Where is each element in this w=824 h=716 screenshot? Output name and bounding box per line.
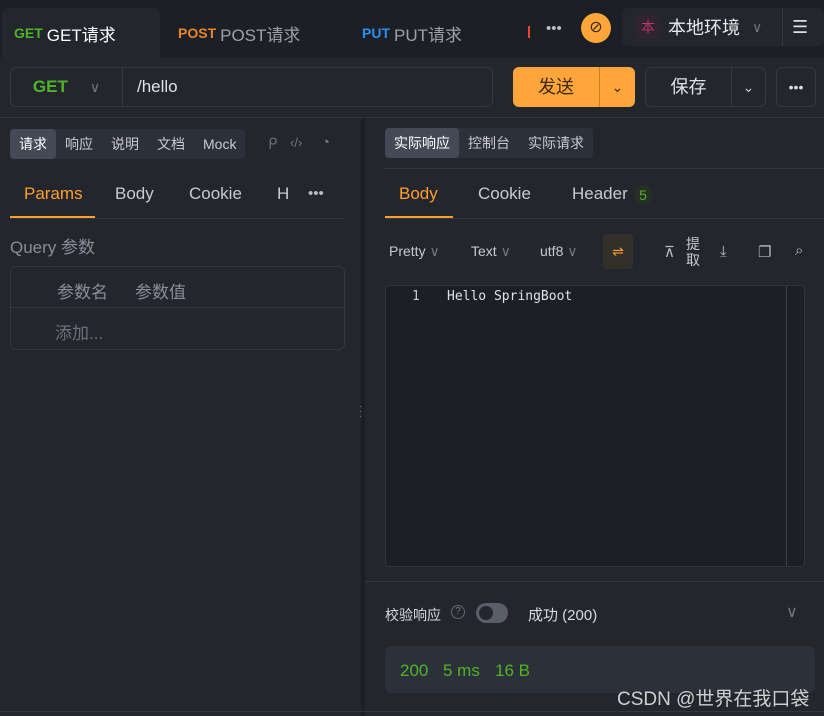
segment-console[interactable]: 控制台: [459, 128, 519, 158]
method-select[interactable]: GET ∨: [11, 68, 123, 106]
save-button[interactable]: 保存: [646, 68, 732, 106]
type-select[interactable]: Text ∨: [471, 243, 511, 260]
validate-result: 成功 (200): [528, 607, 598, 624]
download-icon[interactable]: ⤓: [720, 243, 727, 260]
search-icon[interactable]: ⌕: [795, 242, 803, 259]
column-header-name: 参数名: [57, 283, 108, 302]
save-options-chevron-icon[interactable]: ⌄: [732, 79, 765, 96]
menu-icon[interactable]: ☰: [792, 17, 808, 38]
more-options-button[interactable]: •••: [776, 67, 816, 107]
segment-description[interactable]: 说明: [102, 129, 148, 159]
add-param-input[interactable]: 添加...: [55, 319, 103, 344]
divider: [10, 218, 344, 219]
response-subtab-cookie[interactable]: Cookie: [478, 184, 531, 204]
response-size: 16 B: [495, 661, 530, 680]
sync-icon[interactable]: ⊘: [581, 13, 611, 43]
tab-get-request[interactable]: GET GET请求: [2, 8, 160, 58]
segment-actual-response[interactable]: 实际响应: [385, 128, 459, 158]
column-header-value: 参数值: [135, 283, 186, 302]
divider: [0, 711, 824, 712]
send-button[interactable]: 发送: [513, 67, 600, 107]
environment-badge: 本: [636, 15, 660, 39]
watermark: CSDN @世界在我口袋: [617, 689, 810, 710]
subtab-body[interactable]: Body: [115, 184, 154, 204]
chevron-down-icon: ∨: [752, 18, 763, 35]
response-segment-control: 实际响应 控制台 实际请求: [385, 128, 593, 158]
divider: [365, 581, 824, 582]
validate-response-label: 校验响应: [385, 607, 441, 623]
header-count-badge: 5: [634, 185, 652, 205]
url-input[interactable]: /hello: [137, 77, 178, 97]
tab-put-request[interactable]: PUT PUT请求: [350, 8, 520, 58]
tab-overflow-indicator: [528, 26, 530, 38]
tab-post-request[interactable]: POST POST请求: [166, 8, 346, 58]
response-time: 5 ms: [443, 661, 480, 680]
tab-label: PUT请求: [394, 25, 462, 45]
code-icon[interactable]: ‹/›: [290, 135, 302, 150]
line-text: Hello SpringBoot: [447, 289, 573, 304]
divider: [385, 218, 824, 219]
extract-icon[interactable]: ⊼: [664, 243, 675, 261]
more-subtabs-icon[interactable]: •••: [308, 185, 324, 202]
url-bar: GET ∨ /hello: [10, 67, 493, 107]
chevron-down-icon: ∨: [89, 78, 101, 95]
divider: [0, 117, 824, 118]
chevron-down-icon[interactable]: ∨: [786, 602, 798, 622]
segment-docs[interactable]: 文档: [148, 129, 194, 159]
wrap-lines-icon[interactable]: ⇌: [603, 234, 633, 269]
drag-handle-icon[interactable]: · · ·: [359, 402, 362, 422]
help-icon[interactable]: ?: [451, 605, 465, 619]
environment-selector[interactable]: 本 本地环境 ∨ ☰: [622, 8, 824, 46]
environment-name: 本地环境: [668, 18, 740, 38]
subtab-params[interactable]: Params: [24, 184, 83, 204]
segment-request[interactable]: 请求: [10, 129, 56, 159]
more-tabs-icon[interactable]: •••: [546, 20, 562, 37]
segment-actual-request[interactable]: 实际请求: [519, 128, 593, 158]
tab-label: POST请求: [220, 25, 301, 45]
extract-button[interactable]: 提取: [686, 236, 702, 268]
segment-response[interactable]: 响应: [56, 129, 102, 159]
send-button-group: 发送 ⌄: [513, 67, 635, 107]
code-line: 1 Hello SpringBoot: [386, 286, 804, 306]
line-number: 1: [412, 289, 420, 304]
divider: [385, 168, 824, 169]
history-icon[interactable]: ◔: [321, 134, 330, 151]
subtab-cookie[interactable]: Cookie: [189, 184, 242, 204]
copy-icon[interactable]: ❐: [758, 243, 771, 261]
request-segment-control: 请求 响应 说明 文档 Mock: [10, 129, 246, 159]
response-body-editor[interactable]: 1 Hello SpringBoot: [385, 285, 805, 567]
response-subtab-body[interactable]: Body: [399, 184, 438, 204]
pin-icon[interactable]: ᑭ: [268, 135, 277, 153]
subtab-headers[interactable]: H: [277, 184, 289, 204]
scrollbar[interactable]: [786, 286, 787, 566]
status-code: 200: [400, 661, 429, 680]
segment-mock[interactable]: Mock: [194, 129, 245, 159]
query-params-title: Query 参数: [10, 238, 96, 257]
encoding-select[interactable]: utf8 ∨: [540, 243, 578, 260]
response-subtab-header[interactable]: Header: [572, 184, 628, 204]
tab-label: GET请求: [46, 25, 116, 45]
send-options-chevron-icon[interactable]: ⌄: [600, 67, 635, 107]
format-select[interactable]: Pretty ∨: [389, 243, 440, 260]
params-table: 参数名 参数值 添加...: [10, 266, 345, 350]
save-button-group: 保存 ⌄: [645, 67, 766, 107]
validate-toggle[interactable]: [476, 603, 508, 623]
